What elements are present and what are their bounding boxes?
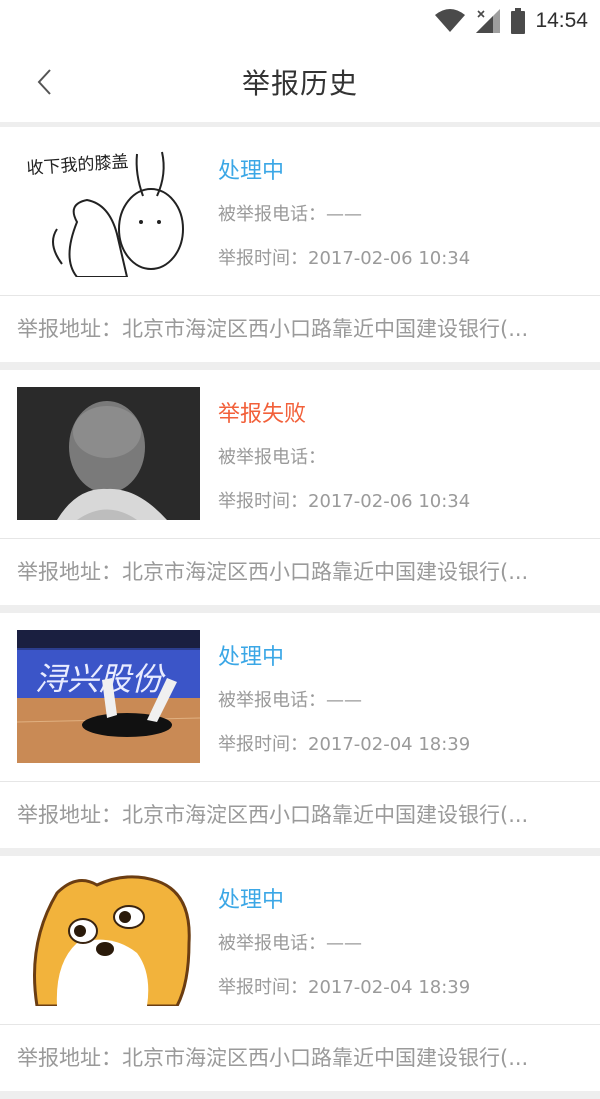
page-title: 举报历史 <box>241 67 358 100</box>
report-address: 举报地址：北京市海淀区西小口路靠近中国建设银行(... <box>0 296 600 362</box>
phone-label: 被举报电话： <box>218 204 326 225</box>
time-value: 2017-02-04 18:39 <box>308 734 471 755</box>
report-status: 举报失败 <box>218 402 307 427</box>
status-time: 14:54 <box>535 9 588 32</box>
reported-phone: 被举报电话：—— <box>218 200 362 226</box>
report-time: 举报时间：2017-02-04 18:39 <box>218 730 470 756</box>
report-time: 举报时间：2017-02-06 10:34 <box>218 487 470 513</box>
cellular-signal-icon <box>476 9 501 33</box>
report-time: 举报时间：2017-02-04 18:39 <box>218 973 470 999</box>
phone-label: 被举报电话： <box>218 690 326 711</box>
banner-text: 浔兴股份 <box>35 660 166 698</box>
report-address: 举报地址：北京市海淀区西小口路靠近中国建设银行(... <box>0 1025 600 1091</box>
address-label: 举报地址： <box>17 1046 122 1070</box>
basketball-court-photo: 浔兴股份 <box>17 630 200 763</box>
phone-value: —— <box>326 690 362 711</box>
report-card[interactable]: 浔兴股份 处理中 被举报电话：—— 举报时间：2017-02-04 18:39 … <box>0 613 600 848</box>
address-label: 举报地址： <box>17 560 122 584</box>
time-value: 2017-02-06 10:34 <box>308 491 471 512</box>
portrait-photo <box>17 387 200 520</box>
time-label: 举报时间： <box>218 977 308 998</box>
battery-icon <box>511 8 526 34</box>
phone-label: 被举报电话： <box>218 447 326 468</box>
time-value: 2017-02-04 18:39 <box>308 977 471 998</box>
meme-bunny-image: 收下我的膝盖 <box>17 144 200 277</box>
doge-meme-image <box>17 873 200 1006</box>
address-value: 北京市海淀区西小口路靠近中国建设银行(... <box>122 317 529 341</box>
report-address: 举报地址：北京市海淀区西小口路靠近中国建设银行(... <box>0 539 600 605</box>
wifi-icon <box>435 9 466 32</box>
reported-phone: 被举报电话：—— <box>218 686 362 712</box>
time-value: 2017-02-06 10:34 <box>308 248 471 269</box>
phone-value: —— <box>326 204 362 225</box>
report-address: 举报地址：北京市海淀区西小口路靠近中国建设银行(... <box>0 782 600 848</box>
address-value: 北京市海淀区西小口路靠近中国建设银行(... <box>122 803 529 827</box>
report-card[interactable]: 处理中 被举报电话：—— 举报时间：2017-02-04 18:39 举报地址：… <box>0 856 600 1091</box>
report-status: 处理中 <box>218 888 285 913</box>
report-card-summary: 举报失败 被举报电话： 举报时间：2017-02-06 10:34 <box>0 370 600 538</box>
report-status: 处理中 <box>218 645 285 670</box>
report-photo: 浔兴股份 <box>17 630 200 763</box>
report-photo: 收下我的膝盖 <box>17 144 200 277</box>
address-value: 北京市海淀区西小口路靠近中国建设银行(... <box>122 1046 529 1070</box>
status-bar: 14:54 <box>0 0 600 40</box>
report-card-summary: 处理中 被举报电话：—— 举报时间：2017-02-04 18:39 <box>0 856 600 1024</box>
report-photo <box>17 873 200 1006</box>
report-card[interactable]: 收下我的膝盖 处理中 被举报电话：—— 举报时间：2017-02-06 10:3… <box>0 127 600 362</box>
time-label: 举报时间： <box>218 734 308 755</box>
nav-header: 举报历史 <box>0 40 600 122</box>
address-value: 北京市海淀区西小口路靠近中国建设银行(... <box>122 560 529 584</box>
report-time: 举报时间：2017-02-06 10:34 <box>218 244 470 270</box>
report-card[interactable]: 举报失败 被举报电话： 举报时间：2017-02-06 10:34 举报地址：北… <box>0 370 600 605</box>
report-list: 收下我的膝盖 处理中 被举报电话：—— 举报时间：2017-02-06 10:3… <box>0 127 600 1099</box>
time-label: 举报时间： <box>218 491 308 512</box>
reported-phone: 被举报电话： <box>218 443 326 469</box>
report-photo <box>17 387 200 520</box>
report-card-summary: 收下我的膝盖 处理中 被举报电话：—— 举报时间：2017-02-06 10:3… <box>0 127 600 295</box>
address-label: 举报地址： <box>17 803 122 827</box>
phone-label: 被举报电话： <box>218 933 326 954</box>
phone-value: —— <box>326 933 362 954</box>
report-status: 处理中 <box>218 159 285 184</box>
address-label: 举报地址： <box>17 317 122 341</box>
status-icons: 14:54 <box>435 6 588 36</box>
time-label: 举报时间： <box>218 248 308 269</box>
reported-phone: 被举报电话：—— <box>218 929 362 955</box>
report-card-summary: 浔兴股份 处理中 被举报电话：—— 举报时间：2017-02-04 18:39 <box>0 613 600 781</box>
